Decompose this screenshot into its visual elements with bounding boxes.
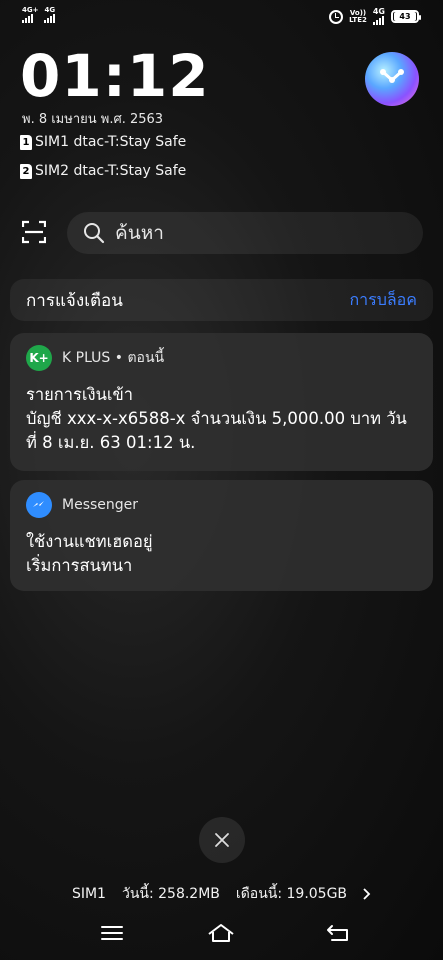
back-nav-button[interactable] [323,922,353,944]
sim1-operator-label: SIM1 dtac-T:Stay Safe [35,134,187,150]
sim1-icon: 1 [20,134,32,150]
scan-icon[interactable] [21,220,47,244]
sim1-signal-icon: 4G+ [22,7,38,23]
lockscreen-date: พ. 8 เมษายน พ.ศ. 2563 [22,112,164,127]
notification-content: รายการเงินเข้า บัญชี xxx-x-x6588-x จำนวน… [26,383,417,455]
notification-body: บัญชี xxx-x-x6588-x จำนวนเงิน 5,000.00 บ… [26,409,407,452]
notification-body: เริ่มการสนทนา [26,556,133,575]
notification-title: รายการเงินเข้า [26,385,134,404]
sim2-network-type: 4G [44,6,56,14]
menu-icon [101,926,123,940]
messenger-icon [26,492,52,518]
clear-notifications-button[interactable] [199,817,245,863]
lte2-label: LTE2 [349,15,367,24]
assistant-logo-icon[interactable] [365,52,419,106]
sim2-signal-icon: 4G [44,6,56,23]
menu-nav-button[interactable] [97,922,127,944]
sim2-operator: 2 SIM2 dtac-T:Stay Safe [20,163,186,179]
data-network-type: 4G [372,7,385,16]
search-placeholder: ค้นหา [115,222,164,244]
data-usage-sim: SIM1 [71,886,106,902]
sim2-icon: 2 [20,163,32,179]
block-notifications-link[interactable]: การบล็อค [349,288,417,313]
notification-content: ใช้งานแชทเฮดอยู่ เริ่มการสนทนา [26,530,417,578]
sim2-operator-label: SIM2 dtac-T:Stay Safe [35,163,187,179]
notifications-title: การแจ้งเตือน [26,290,123,311]
notification-title: ใช้งานแชทเฮดอยู่ [26,532,153,551]
home-icon [208,924,234,942]
battery-level: 43 [394,12,416,21]
notification-card-kplus[interactable]: K+ K PLUS • ตอนนี้ รายการเงินเข้า บัญชี … [10,333,433,471]
back-icon [327,925,348,941]
search-bar[interactable]: ค้นหา [67,212,423,254]
notification-app-name: Messenger [62,497,139,513]
search-icon [84,223,105,244]
notification-header: Messenger [26,492,417,518]
sim1-network-type: 4G+ [22,6,39,14]
notifications-header: การแจ้งเตือน การบล็อค [10,279,433,321]
kplus-icon: K+ [26,345,52,371]
notification-card-messenger[interactable]: Messenger ใช้งานแชทเฮดอยู่ เริ่มการสนทนา [10,480,433,591]
status-bar-right: Vo)) LTE2 4G 43 [329,7,421,25]
data-usage-today: วันนี้: 258.2MB [121,886,220,902]
notification-app-name: K PLUS • ตอนนี้ [62,350,165,366]
alarm-icon [329,9,344,24]
data-usage-month: เดือนนี้: 19.05GB [235,886,348,902]
status-bar-left: 4G+ 4G [22,6,56,23]
lockscreen-clock: 01:12 [20,42,210,110]
home-nav-button[interactable] [206,922,236,944]
sim1-operator: 1 SIM1 dtac-T:Stay Safe [20,134,186,150]
battery-icon: 43 [391,10,421,23]
close-icon [215,833,229,847]
data-usage-row[interactable]: SIM1 วันนี้: 258.2MB เดือนนี้: 19.05GB [0,883,443,905]
volte-indicator: Vo)) LTE2 [349,9,367,24]
notification-header: K+ K PLUS • ตอนนี้ [26,345,417,371]
chevron-right-icon [363,888,371,900]
data-signal-icon: 4G [372,7,385,25]
